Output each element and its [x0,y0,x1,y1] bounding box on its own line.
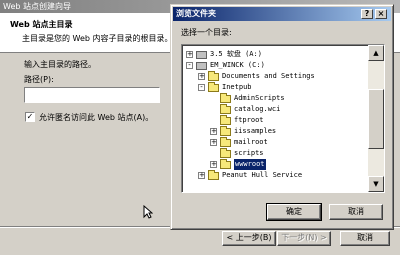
tree-item[interactable]: AdminScripts [182,93,368,104]
expand-toggle-icon[interactable]: + [210,139,217,146]
tree-item[interactable]: - Inetpub [182,82,368,93]
tree-item-label: scripts [234,149,264,157]
scroll-thumb[interactable] [368,89,384,149]
tree-item-label: wwwroot [234,159,266,170]
ok-button[interactable]: 确定 [267,204,321,220]
tree-item[interactable]: ftproot [182,115,368,126]
folder-icon [208,71,219,81]
tree-item-label: catalog.wci [234,105,281,113]
tree-item[interactable]: - EM_WINCK (C:) [182,60,368,71]
folder-icon [220,126,231,136]
tree-item-label: AdminScripts [234,94,285,102]
tree-item[interactable]: + iissamples [182,126,368,137]
select-directory-label: 选择一个目录: [181,28,232,37]
folder-tree[interactable]: +3.5 软盘 (A:) - EM_WINCK (C:) + Documents and… [181,44,385,193]
folder-tree-rows: +3.5 软盘 (A:) - EM_WINCK (C:) + Documents and… [182,45,368,192]
tree-item[interactable]: +3.5 软盘 (A:) [182,49,368,60]
dialog-cancel-button[interactable]: 取消 [329,204,383,220]
expand-toggle-icon[interactable]: + [198,73,205,80]
scroll-down-button[interactable]: ▼ [368,176,384,192]
anonymous-access-checkbox[interactable]: ✓ [25,112,35,122]
tree-item-label: mailroot [234,138,268,146]
wizard-cancel-button[interactable]: 取消 [340,231,390,246]
folder-icon [220,159,231,169]
tree-item-label: iissamples [234,127,277,135]
expand-toggle-icon[interactable]: + [198,172,205,179]
close-button[interactable]: × [375,9,387,19]
tree-item-label: 3.5 软盘 (A:) [210,50,262,58]
expand-toggle-icon[interactable]: - [198,84,205,91]
wizard-header-description: 主目录是您的 Web 内容子目录的根目录。 [22,34,173,43]
expand-toggle-icon[interactable]: + [210,161,217,168]
folder-icon [220,148,231,158]
tree-item[interactable]: + mailroot [182,137,368,148]
expand-toggle-icon[interactable]: - [186,62,193,69]
dialog-title: 浏览文件夹 [176,9,216,18]
folder-icon [220,93,231,103]
tree-item-label: Inetpub [222,83,252,91]
tree-item-label: Documents and Settings [222,72,315,80]
folder-icon [220,115,231,125]
tree-item[interactable]: catalog.wci [182,104,368,115]
help-button[interactable]: ? [361,9,373,19]
dialog-title-bar: 浏览文件夹 ? × [173,7,391,21]
tree-item-label: Peanut Hull Service [222,171,303,179]
tree-item[interactable]: + Documents and Settings [182,71,368,82]
next-button[interactable]: 下一步(N) > [277,231,331,246]
tree-item[interactable]: + Peanut Hull Service [182,170,368,181]
folder-icon [220,104,231,114]
folder-icon [208,82,219,92]
path-label: 路径(P): [24,75,54,84]
path-prompt: 输入主目录的路径。 [24,60,96,69]
back-button[interactable]: < 上一步(B) [222,231,276,246]
expand-toggle-icon[interactable]: + [210,128,217,135]
path-input[interactable] [24,87,160,103]
tree-item-label: EM_WINCK (C:) [210,61,265,69]
expand-toggle-icon[interactable]: + [186,51,193,58]
drive-icon [196,62,207,70]
browse-folder-dialog: 浏览文件夹 ? × 选择一个目录: +3.5 软盘 (A:) - EM_WINCK … [170,4,394,230]
anonymous-access-label[interactable]: 允许匿名访问此 Web 站点(A)。 [39,112,153,123]
tree-scrollbar[interactable]: ▲ ▼ [368,45,384,192]
mouse-cursor-icon [143,205,153,219]
wizard-header-title: Web 站点主目录 [10,20,73,29]
tree-item-label: ftproot [234,116,264,124]
folder-icon [208,170,219,180]
tree-item[interactable]: scripts [182,148,368,159]
folder-icon [220,137,231,147]
drive-icon [196,51,207,59]
scroll-up-button[interactable]: ▲ [368,45,384,61]
tree-item[interactable]: + wwwroot [182,159,368,170]
